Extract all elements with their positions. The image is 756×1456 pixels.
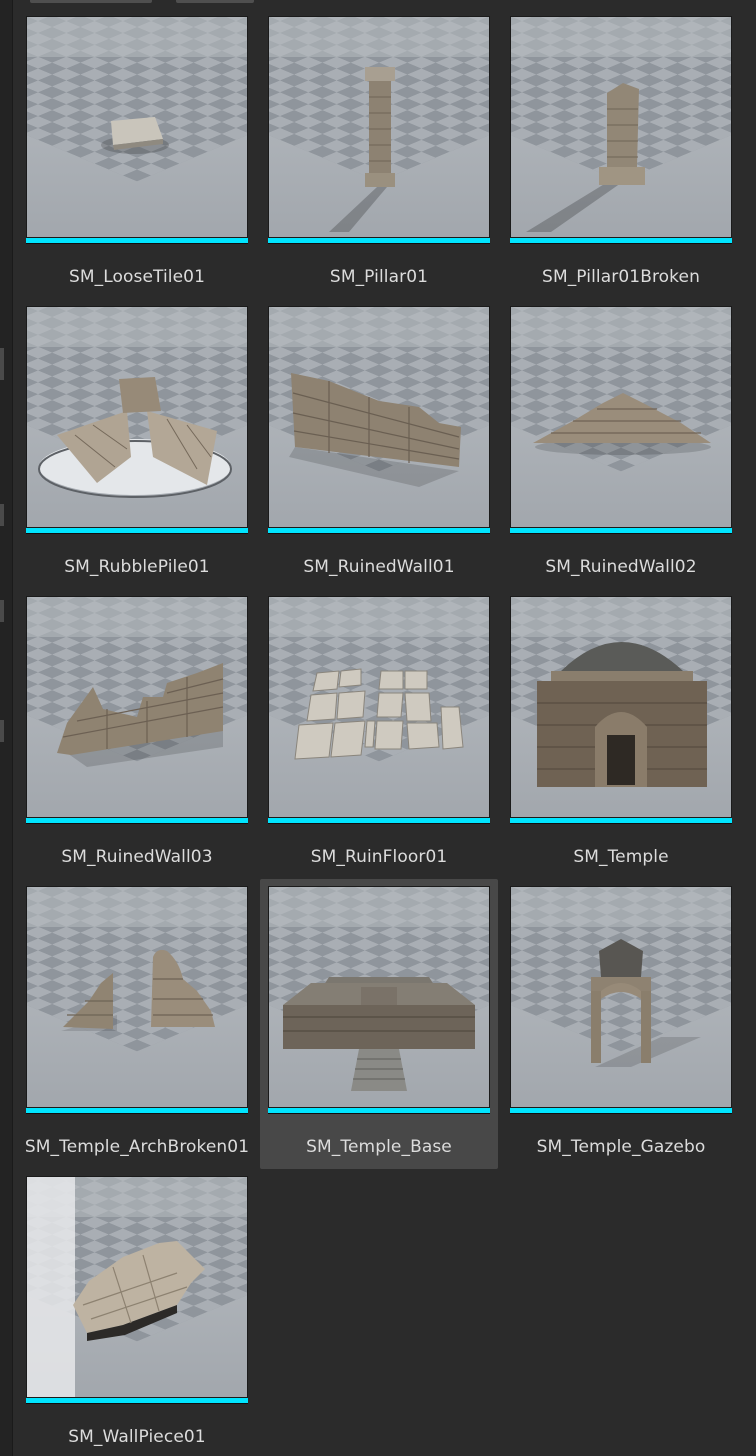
asset-thumbnail — [510, 16, 732, 238]
asset-thumbnail — [510, 596, 732, 818]
ruined-wall-corner-icon — [27, 597, 247, 817]
rail-marker — [0, 348, 4, 380]
asset-name-label: SM_RuinedWall03 — [61, 847, 213, 867]
pillar-icon — [269, 17, 489, 237]
asset-tile[interactable]: SM_LooseTile01 — [26, 16, 248, 306]
asset-type-bar — [26, 1108, 248, 1113]
asset-thumbnail — [510, 306, 732, 528]
asset-type-bar — [26, 818, 248, 823]
asset-type-bar — [510, 238, 732, 243]
asset-tile[interactable]: SM_Temple_Base — [260, 879, 498, 1176]
asset-name-label: SM_Temple_Base — [306, 1137, 452, 1157]
asset-tile[interactable]: SM_RubblePile01 — [26, 306, 248, 596]
asset-type-bar — [510, 528, 732, 533]
temple-dome-icon — [511, 597, 731, 817]
ruined-wall-low-icon — [511, 307, 731, 527]
asset-tile[interactable]: SM_Temple_ArchBroken01 — [25, 886, 249, 1176]
asset-thumbnail — [26, 1176, 248, 1398]
asset-tile[interactable]: SM_Temple — [510, 596, 732, 886]
asset-grid: SM_LooseTile01 SM_Pillar01 SM_Pillar01Br… — [25, 16, 732, 1456]
loose-tile-icon — [27, 17, 247, 237]
asset-name-label: SM_RuinedWall01 — [303, 557, 455, 577]
broken-pillar-icon — [511, 17, 731, 237]
asset-tile[interactable]: SM_RuinedWall03 — [26, 596, 248, 886]
asset-thumbnail — [510, 886, 732, 1108]
asset-name-label: SM_Pillar01Broken — [542, 267, 700, 287]
ruined-wall-icon — [269, 307, 489, 527]
asset-tile[interactable]: SM_Temple_Gazebo — [510, 886, 732, 1176]
asset-name-label: SM_Pillar01 — [329, 267, 429, 287]
left-rail — [0, 0, 12, 1456]
asset-name-label: SM_RubblePile01 — [64, 557, 210, 577]
wall-piece-icon — [27, 1177, 247, 1397]
asset-name-label: SM_Temple — [573, 847, 669, 867]
rail-marker — [0, 600, 4, 622]
toolbar-stub[interactable] — [30, 0, 152, 3]
rubble-pile-icon — [27, 307, 247, 527]
asset-type-bar — [268, 238, 490, 243]
toolbar-stub[interactable] — [176, 0, 254, 3]
asset-tile[interactable]: SM_Pillar01Broken — [510, 16, 732, 306]
asset-type-bar — [268, 818, 490, 823]
content-browser-panel: SM_LooseTile01 SM_Pillar01 SM_Pillar01Br… — [0, 0, 756, 1456]
temple-base-icon — [269, 887, 489, 1107]
asset-name-label: SM_Temple_Gazebo — [536, 1137, 706, 1157]
asset-name-label: SM_LooseTile01 — [68, 267, 206, 287]
asset-thumbnail — [268, 886, 490, 1108]
asset-thumbnail — [26, 306, 248, 528]
asset-type-bar — [510, 818, 732, 823]
rail-divider — [12, 0, 13, 1456]
asset-type-bar — [510, 1108, 732, 1113]
asset-tile[interactable]: SM_RuinFloor01 — [268, 596, 490, 886]
asset-tile[interactable]: SM_Pillar01 — [268, 16, 490, 306]
asset-type-bar — [268, 1108, 490, 1113]
rail-marker — [0, 720, 4, 742]
asset-name-label: SM_RuinFloor01 — [310, 847, 448, 867]
asset-type-bar — [26, 238, 248, 243]
ruin-floor-icon — [269, 597, 489, 817]
asset-tile[interactable]: SM_RuinedWall02 — [510, 306, 732, 596]
asset-thumbnail — [268, 16, 490, 238]
asset-thumbnail — [268, 596, 490, 818]
asset-name-label: SM_RuinedWall02 — [545, 557, 697, 577]
asset-tile[interactable]: SM_WallPiece01 — [26, 1176, 248, 1456]
asset-thumbnail — [268, 306, 490, 528]
rail-marker — [0, 504, 4, 526]
asset-type-bar — [268, 528, 490, 533]
gazebo-icon — [511, 887, 731, 1107]
asset-type-bar — [26, 528, 248, 533]
asset-thumbnail — [26, 886, 248, 1108]
asset-name-label: SM_Temple_ArchBroken01 — [24, 1137, 250, 1157]
broken-arch-icon — [27, 887, 247, 1107]
asset-type-bar — [26, 1398, 248, 1403]
asset-name-label: SM_WallPiece01 — [68, 1427, 206, 1447]
asset-thumbnail — [26, 596, 248, 818]
asset-thumbnail — [26, 16, 248, 238]
asset-tile[interactable]: SM_RuinedWall01 — [268, 306, 490, 596]
